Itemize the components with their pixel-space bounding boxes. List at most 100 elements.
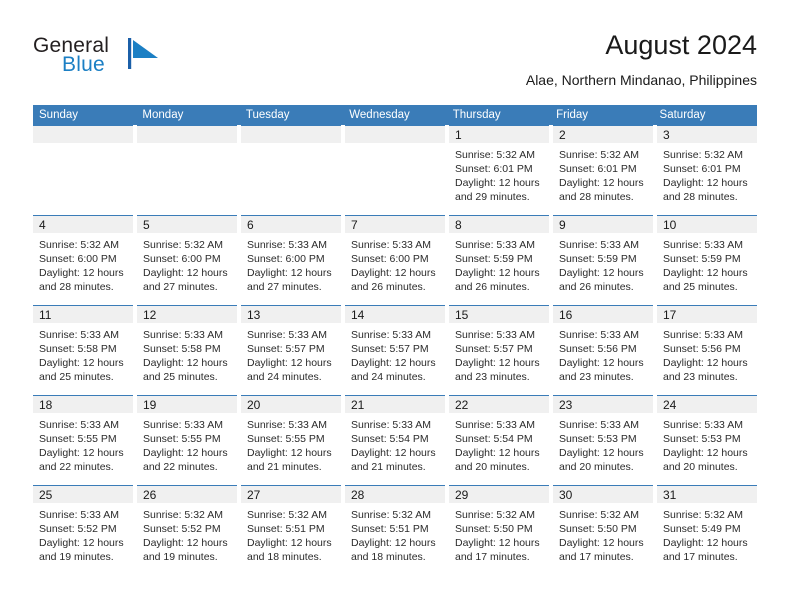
day-number-bar: 30 <box>553 486 653 503</box>
day-detail-line: Sunrise: 5:33 AM <box>663 329 743 341</box>
day-detail-line: and 21 minutes. <box>351 461 426 473</box>
day-number: 25 <box>39 488 53 502</box>
day-detail-line: Daylight: 12 hours <box>143 357 228 369</box>
day-cell[interactable]: 26 Sunrise: 5:32 AM Sunset: 5:52 PM Dayligh… <box>137 485 237 575</box>
day-cell[interactable]: 25 Sunrise: 5:33 AM Sunset: 5:52 PM Dayligh… <box>33 485 133 575</box>
day-detail-line: Sunrise: 5:32 AM <box>559 509 639 521</box>
triangle-flag-icon <box>128 36 166 72</box>
day-cell[interactable]: 11 Sunrise: 5:33 AM Sunset: 5:58 PM Dayligh… <box>33 305 133 395</box>
day-cell[interactable]: 30 Sunrise: 5:32 AM Sunset: 5:50 PM Dayligh… <box>553 485 653 575</box>
day-detail-line: Daylight: 12 hours <box>351 537 436 549</box>
day-cell[interactable]: 17 Sunrise: 5:33 AM Sunset: 5:56 PM Dayligh… <box>657 305 757 395</box>
weekday-header-friday: Friday <box>556 109 589 121</box>
day-cell[interactable]: 2 Sunrise: 5:32 AM Sunset: 6:01 PM Daylight… <box>553 125 653 215</box>
day-number-bar: 18 <box>33 396 133 413</box>
day-number: 2 <box>559 128 566 142</box>
day-number: 19 <box>143 398 157 412</box>
day-cell[interactable]: 21 Sunrise: 5:33 AM Sunset: 5:54 PM Dayligh… <box>345 395 445 485</box>
day-detail-line: and 28 minutes. <box>559 191 634 203</box>
day-detail-line: Sunset: 6:00 PM <box>247 253 325 265</box>
day-number-bar: 12 <box>137 306 237 323</box>
day-detail-line: Daylight: 12 hours <box>559 447 644 459</box>
day-number: 11 <box>39 308 52 322</box>
day-number: 17 <box>663 308 677 322</box>
day-number: 12 <box>143 308 157 322</box>
day-cell[interactable]: 10 Sunrise: 5:33 AM Sunset: 5:59 PM Dayligh… <box>657 215 757 305</box>
day-cell[interactable]: 22 Sunrise: 5:33 AM Sunset: 5:54 PM Dayligh… <box>449 395 549 485</box>
day-cell[interactable]: 8 Sunrise: 5:33 AM Sunset: 5:59 PM Daylight… <box>449 215 549 305</box>
day-detail-line: Daylight: 12 hours <box>559 267 644 279</box>
day-detail-line: Sunset: 5:49 PM <box>663 523 741 535</box>
day-number-bar: 8 <box>449 216 549 233</box>
day-detail-line: Sunset: 5:50 PM <box>559 523 637 535</box>
day-detail-line: and 26 minutes. <box>559 281 634 293</box>
day-detail-line: Daylight: 12 hours <box>559 537 644 549</box>
day-detail-line: Sunrise: 5:33 AM <box>143 419 223 431</box>
day-details: Sunrise: 5:33 AM Sunset: 5:53 PM Daylight:… <box>657 413 757 474</box>
day-detail-line: and 25 minutes. <box>39 371 114 383</box>
day-cell[interactable]: 6 Sunrise: 5:33 AM Sunset: 6:00 PM Daylight… <box>241 215 341 305</box>
day-detail-line: Daylight: 12 hours <box>39 357 124 369</box>
day-cell[interactable]: 9 Sunrise: 5:33 AM Sunset: 5:59 PM Daylight… <box>553 215 653 305</box>
day-details: Sunrise: 5:33 AM Sunset: 5:59 PM Daylight:… <box>657 233 757 294</box>
day-detail-line: Sunset: 5:58 PM <box>143 343 221 355</box>
day-details: Sunrise: 5:33 AM Sunset: 5:57 PM Daylight:… <box>345 323 445 384</box>
day-detail-line: and 27 minutes. <box>143 281 218 293</box>
day-detail-line: Sunset: 5:59 PM <box>455 253 533 265</box>
day-cell[interactable]: 27 Sunrise: 5:32 AM Sunset: 5:51 PM Dayligh… <box>241 485 341 575</box>
day-details: Sunrise: 5:33 AM Sunset: 5:59 PM Daylight:… <box>553 233 653 294</box>
day-cell[interactable]: 12 Sunrise: 5:33 AM Sunset: 5:58 PM Dayligh… <box>137 305 237 395</box>
day-cell[interactable]: 28 Sunrise: 5:32 AM Sunset: 5:51 PM Dayligh… <box>345 485 445 575</box>
day-number-bar: 14 <box>345 306 445 323</box>
day-detail-line: Sunrise: 5:32 AM <box>663 509 743 521</box>
day-number: 15 <box>455 308 469 322</box>
day-detail-line: Sunrise: 5:33 AM <box>663 239 743 251</box>
day-detail-line: Sunset: 6:01 PM <box>559 163 637 175</box>
day-details <box>241 143 341 148</box>
day-cell[interactable]: 13 Sunrise: 5:33 AM Sunset: 5:57 PM Dayligh… <box>241 305 341 395</box>
day-number: 5 <box>143 218 150 232</box>
day-cell[interactable]: 16 Sunrise: 5:33 AM Sunset: 5:56 PM Dayligh… <box>553 305 653 395</box>
day-cell[interactable]: 5 Sunrise: 5:32 AM Sunset: 6:00 PM Daylight… <box>137 215 237 305</box>
day-detail-line: Daylight: 12 hours <box>663 537 748 549</box>
day-number-bar <box>345 126 445 143</box>
day-detail-line: Sunset: 5:57 PM <box>351 343 429 355</box>
day-cell[interactable]: 23 Sunrise: 5:33 AM Sunset: 5:53 PM Dayligh… <box>553 395 653 485</box>
day-cell[interactable]: 14 Sunrise: 5:33 AM Sunset: 5:57 PM Dayligh… <box>345 305 445 395</box>
day-cell[interactable]: 3 Sunrise: 5:32 AM Sunset: 6:01 PM Daylight… <box>657 125 757 215</box>
day-detail-line: Sunset: 6:01 PM <box>455 163 533 175</box>
day-detail-line: and 24 minutes. <box>247 371 322 383</box>
day-cell[interactable]: 18 Sunrise: 5:33 AM Sunset: 5:55 PM Dayligh… <box>33 395 133 485</box>
day-detail-line: Sunrise: 5:33 AM <box>663 419 743 431</box>
day-detail-line: Sunrise: 5:32 AM <box>351 509 431 521</box>
day-details: Sunrise: 5:32 AM Sunset: 5:51 PM Daylight:… <box>345 503 445 564</box>
day-cell[interactable]: 20 Sunrise: 5:33 AM Sunset: 5:55 PM Dayligh… <box>241 395 341 485</box>
day-cell[interactable]: 7 Sunrise: 5:33 AM Sunset: 6:00 PM Daylight… <box>345 215 445 305</box>
day-cell[interactable]: 15 Sunrise: 5:33 AM Sunset: 5:57 PM Dayligh… <box>449 305 549 395</box>
day-cell[interactable]: 19 Sunrise: 5:33 AM Sunset: 5:55 PM Dayligh… <box>137 395 237 485</box>
day-cell[interactable]: 29 Sunrise: 5:32 AM Sunset: 5:50 PM Dayligh… <box>449 485 549 575</box>
day-detail-line: Sunrise: 5:33 AM <box>247 239 327 251</box>
day-number: 23 <box>559 398 573 412</box>
day-cell[interactable]: 1 Sunrise: 5:32 AM Sunset: 6:01 PM Daylight… <box>449 125 549 215</box>
day-detail-line: Sunset: 5:53 PM <box>559 433 637 445</box>
day-details <box>137 143 237 148</box>
day-number: 14 <box>351 308 365 322</box>
day-number: 21 <box>351 398 365 412</box>
day-detail-line: and 25 minutes. <box>143 371 218 383</box>
day-detail-line: Daylight: 12 hours <box>663 177 748 189</box>
day-detail-line: Daylight: 12 hours <box>455 447 540 459</box>
day-number-bar: 25 <box>33 486 133 503</box>
day-detail-line: and 17 minutes. <box>663 551 738 563</box>
day-cell[interactable]: 4 Sunrise: 5:32 AM Sunset: 6:00 PM Daylight… <box>33 215 133 305</box>
day-cell[interactable]: 24 Sunrise: 5:33 AM Sunset: 5:53 PM Dayligh… <box>657 395 757 485</box>
day-detail-line: and 20 minutes. <box>663 461 738 473</box>
calendar-grid: Sunday Monday Tuesday Wednesday Thursday Frid… <box>33 105 757 575</box>
day-detail-line: Sunrise: 5:32 AM <box>663 149 743 161</box>
day-detail-line: Sunset: 5:58 PM <box>39 343 117 355</box>
day-cell[interactable]: 31 Sunrise: 5:32 AM Sunset: 5:49 PM Dayligh… <box>657 485 757 575</box>
day-detail-line: Daylight: 12 hours <box>663 267 748 279</box>
brand-logo[interactable]: General Blue <box>33 34 233 84</box>
day-detail-line: Sunrise: 5:33 AM <box>559 329 639 341</box>
day-detail-line: and 24 minutes. <box>351 371 426 383</box>
